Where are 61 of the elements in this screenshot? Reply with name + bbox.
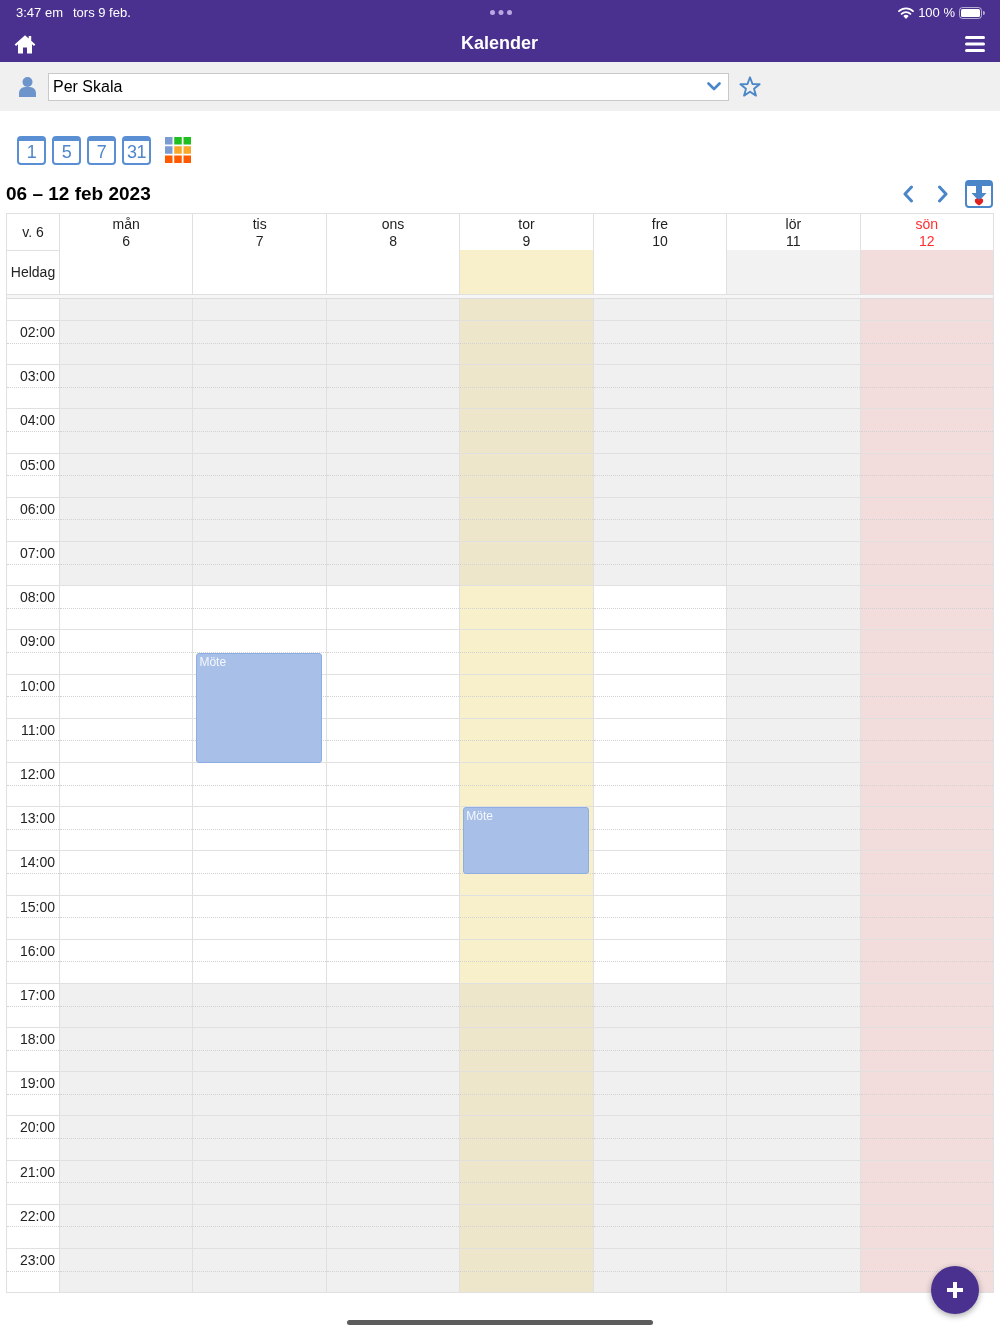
hour-label: 13:00 — [19, 809, 56, 827]
hour-label: 12:00 — [19, 764, 56, 782]
caret-icon — [707, 82, 721, 91]
calendar-view-button[interactable]: 5 — [52, 135, 81, 165]
star-icon[interactable] — [738, 75, 762, 98]
day-date: 8 — [389, 233, 397, 250]
day-date: 6 — [122, 233, 131, 250]
hour-label: 14:00 — [19, 853, 56, 871]
day-name: tor — [518, 216, 535, 233]
all-day-label: Heldag — [10, 264, 56, 280]
day-name: fre — [651, 216, 669, 233]
hour-label: 07:00 — [19, 544, 56, 562]
hour-label: 19:00 — [19, 1074, 56, 1092]
day-name: tis — [252, 216, 267, 233]
day-name: ons — [381, 216, 405, 233]
status-time: 3:47 em — [16, 5, 63, 20]
hour-label: 16:00 — [19, 941, 56, 959]
status-date: tors 9 feb. — [73, 5, 131, 20]
hour-label: 17:00 — [19, 985, 56, 1003]
hour-label: 21:00 — [19, 1162, 56, 1180]
add-button[interactable] — [931, 1266, 979, 1314]
day-date: 10 — [652, 233, 668, 250]
calendar-view-button[interactable]: 1 — [17, 135, 46, 165]
hour-label: 06:00 — [19, 499, 56, 517]
calendar-view-button[interactable]: 7 — [87, 135, 116, 165]
hour-label: 09:00 — [19, 632, 56, 650]
hour-label: 10:00 — [19, 676, 56, 694]
day-date: 11 — [786, 233, 801, 250]
calendar-view-button[interactable]: 31 — [122, 135, 151, 165]
person-select[interactable]: Per Skala — [48, 72, 729, 101]
hour-label: 04:00 — [19, 411, 56, 429]
week-number: v. 6 — [22, 223, 44, 241]
day-name: lör — [785, 216, 802, 233]
multitask-dots-icon — [489, 10, 512, 15]
hour-label: 11:00 — [21, 720, 56, 738]
day-date: 12 — [919, 233, 935, 250]
hour-label: 03:00 — [19, 367, 56, 385]
hour-label: 20:00 — [19, 1118, 56, 1136]
day-date: 7 — [255, 233, 264, 250]
date-range-title: 06 – 12 feb 2023 — [6, 183, 151, 205]
hour-label: 02:00 — [19, 323, 56, 341]
hour-label: 23:00 — [19, 1251, 56, 1269]
day-name: mån — [112, 216, 140, 233]
wifi-icon — [898, 6, 915, 19]
battery-icon — [959, 6, 985, 19]
person-icon — [19, 76, 36, 97]
home-icon[interactable] — [14, 33, 36, 54]
hour-label: 05:00 — [19, 455, 56, 473]
chevron-left-icon[interactable] — [902, 185, 914, 203]
battery-percent: 100 % — [918, 5, 955, 20]
header-title: Kalender — [461, 33, 538, 54]
day-name: sön — [915, 216, 939, 233]
hour-label: 22:00 — [19, 1206, 56, 1224]
grid-view-icon[interactable] — [165, 137, 191, 163]
hour-label: 18:00 — [19, 1030, 56, 1048]
day-date: 9 — [522, 233, 531, 250]
menu-icon[interactable] — [965, 35, 985, 52]
hour-label: 15:00 — [19, 897, 56, 915]
hour-label: 08:00 — [19, 588, 56, 606]
chevron-right-icon[interactable] — [937, 185, 949, 203]
plus-icon — [947, 1282, 963, 1298]
